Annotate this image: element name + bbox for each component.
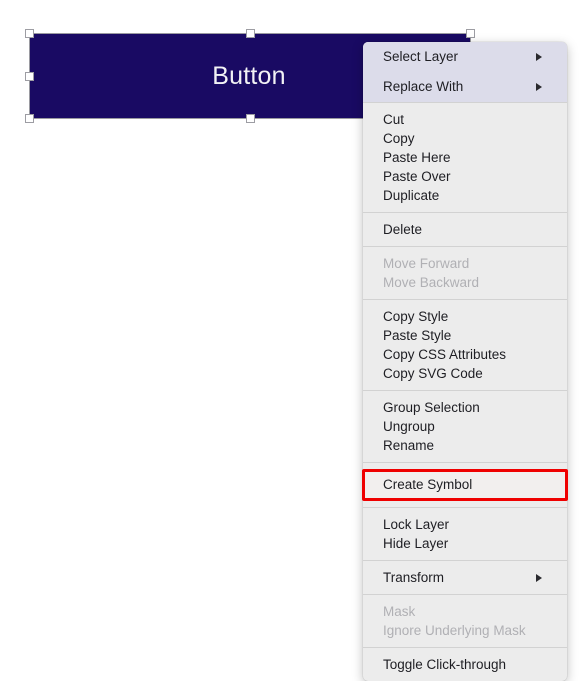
design-canvas[interactable]: Button Select Layer Replace With Cut Copy Pa…: [0, 0, 586, 681]
submenu-arrow-icon: [536, 53, 542, 61]
context-menu[interactable]: Select Layer Replace With Cut Copy Paste Her…: [362, 42, 568, 681]
menu-item-label: Rename: [383, 438, 435, 453]
menu-item-copy-svg-code[interactable]: Copy SVG Code: [363, 364, 567, 383]
menu-section: Copy Style Paste Style Copy CSS Attributes…: [363, 299, 567, 390]
menu-item-label: Delete: [383, 222, 423, 237]
menu-section: Mask Ignore Underlying Mask: [363, 594, 567, 647]
menu-item-create-symbol[interactable]: Create Symbol: [363, 470, 567, 500]
menu-item-paste-here[interactable]: Paste Here: [363, 148, 567, 167]
menu-item-ignore-underlying-mask: Ignore Underlying Mask: [363, 621, 567, 640]
menu-section: Group Selection Ungroup Rename: [363, 390, 567, 462]
submenu-arrow-icon: [536, 573, 542, 582]
menu-item-label: Copy Style: [383, 309, 449, 324]
menu-item-lock-layer[interactable]: Lock Layer: [363, 515, 567, 534]
menu-item-mask: Mask: [363, 602, 567, 621]
menu-item-label: Create Symbol: [383, 477, 473, 492]
menu-item-delete[interactable]: Delete: [363, 220, 567, 239]
menu-item-rename[interactable]: Rename: [363, 436, 567, 455]
menu-item-label: Copy: [383, 131, 415, 146]
menu-item-transform[interactable]: Transform: [363, 568, 567, 587]
button-shape-label: Button: [212, 61, 286, 90]
menu-item-copy-css-attributes[interactable]: Copy CSS Attributes: [363, 345, 567, 364]
menu-item-label: Replace With: [383, 79, 464, 94]
menu-item-toggle-click-through[interactable]: Toggle Click-through: [363, 655, 567, 674]
menu-section: Select Layer Replace With: [363, 42, 567, 102]
menu-item-move-backward: Move Backward: [363, 273, 567, 292]
menu-section: Delete: [363, 212, 567, 246]
menu-item-replace-with[interactable]: Replace With: [363, 72, 567, 102]
menu-item-paste-style[interactable]: Paste Style: [363, 326, 567, 345]
menu-section: Create Symbol: [363, 462, 567, 507]
menu-section: Cut Copy Paste Here Paste Over Duplicate: [363, 102, 567, 212]
menu-item-select-layer[interactable]: Select Layer: [363, 42, 567, 72]
resize-handle-bottom-center[interactable]: [246, 114, 255, 123]
menu-item-group-selection[interactable]: Group Selection: [363, 398, 567, 417]
menu-item-label: Lock Layer: [383, 517, 450, 532]
menu-item-label: Paste Here: [383, 150, 451, 165]
menu-item-label: Move Backward: [383, 275, 480, 290]
menu-item-label: Copy CSS Attributes: [383, 347, 507, 362]
menu-item-hide-layer[interactable]: Hide Layer: [363, 534, 567, 553]
menu-item-label: Group Selection: [383, 400, 480, 415]
menu-item-label: Hide Layer: [383, 536, 449, 551]
menu-section: Transform: [363, 560, 567, 594]
menu-item-label: Transform: [383, 570, 445, 585]
resize-handle-middle-left[interactable]: [25, 72, 34, 81]
menu-item-label: Ungroup: [383, 419, 435, 434]
menu-item-paste-over[interactable]: Paste Over: [363, 167, 567, 186]
menu-section: Toggle Click-through: [363, 647, 567, 681]
resize-handle-bottom-left[interactable]: [25, 114, 34, 123]
menu-item-copy-style[interactable]: Copy Style: [363, 307, 567, 326]
menu-item-cut[interactable]: Cut: [363, 110, 567, 129]
submenu-arrow-icon: [536, 83, 542, 91]
menu-item-label: Mask: [383, 604, 416, 619]
resize-handle-top-left[interactable]: [25, 29, 34, 38]
resize-handle-top-center[interactable]: [246, 29, 255, 38]
menu-section: Move Forward Move Backward: [363, 246, 567, 299]
menu-section: Lock Layer Hide Layer: [363, 507, 567, 560]
menu-item-label: Paste Over: [383, 169, 451, 184]
resize-handle-top-right[interactable]: [466, 29, 475, 38]
menu-item-ungroup[interactable]: Ungroup: [363, 417, 567, 436]
menu-item-label: Copy SVG Code: [383, 366, 483, 381]
menu-item-move-forward: Move Forward: [363, 254, 567, 273]
menu-item-label: Select Layer: [383, 49, 459, 64]
menu-item-label: Cut: [383, 112, 405, 127]
menu-item-label: Toggle Click-through: [383, 657, 507, 672]
menu-item-label: Move Forward: [383, 256, 470, 271]
menu-item-label: Ignore Underlying Mask: [383, 623, 526, 638]
menu-item-label: Duplicate: [383, 188, 440, 203]
menu-item-duplicate[interactable]: Duplicate: [363, 186, 567, 205]
menu-item-copy[interactable]: Copy: [363, 129, 567, 148]
menu-item-label: Paste Style: [383, 328, 452, 343]
